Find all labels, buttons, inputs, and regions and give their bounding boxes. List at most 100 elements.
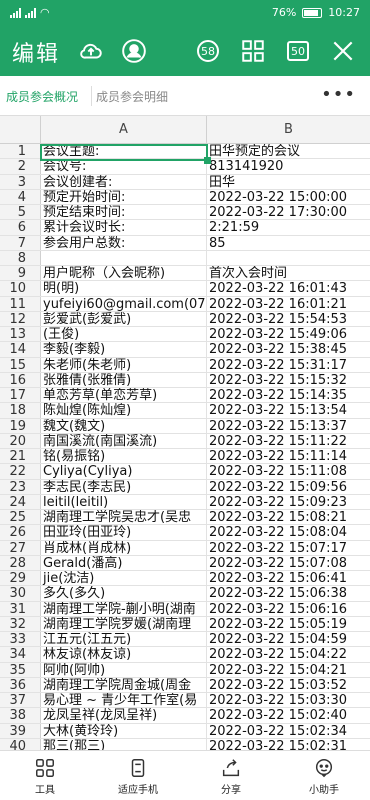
row-number[interactable]: 38 xyxy=(0,708,41,723)
cell-a[interactable]: 魏文(魏文) xyxy=(41,418,207,433)
cell-a[interactable]: 会议创建者: xyxy=(41,174,207,189)
cell-b[interactable]: 2022-03-22 15:07:08 xyxy=(207,556,370,570)
row-number[interactable]: 6 xyxy=(0,220,41,235)
row-number[interactable]: 23 xyxy=(0,479,41,495)
row-number[interactable]: 2 xyxy=(0,159,41,174)
edit-title[interactable]: 编辑 xyxy=(12,36,60,68)
cell-a[interactable]: 湖南理工学院吴忠才(吴忠 xyxy=(41,510,207,525)
row-number[interactable]: 5 xyxy=(0,205,41,220)
cell-b[interactable]: 2022-03-22 15:00:00 xyxy=(207,190,370,204)
cell-b[interactable]: 2022-03-22 15:14:35 xyxy=(207,388,370,402)
cell-a[interactable]: jie(沈洁) xyxy=(41,571,207,586)
row-number[interactable]: 21 xyxy=(0,449,41,464)
cell-b[interactable]: 2022-03-22 15:09:56 xyxy=(207,480,370,494)
cell-b[interactable]: 2022-03-22 15:11:08 xyxy=(207,464,370,478)
assistant-button[interactable]: 小助手 xyxy=(284,757,364,796)
cell-a[interactable]: 湖南理工学院罗媛(湖南理 xyxy=(41,616,207,631)
cell-b[interactable]: 2022-03-22 15:11:14 xyxy=(207,449,370,463)
row-number[interactable]: 18 xyxy=(0,403,41,418)
row-number[interactable]: 16 xyxy=(0,372,41,388)
cell-b[interactable]: 2022-03-22 16:01:21 xyxy=(207,297,370,311)
row-number[interactable]: 30 xyxy=(0,586,41,601)
cell-a[interactable]: 预定开始时间: xyxy=(41,189,207,204)
cell-a[interactable]: 易心理 ~ 青少年工作室(易 xyxy=(41,693,207,708)
row-number[interactable]: 37 xyxy=(0,693,41,708)
cell-a[interactable]: 彭爱武(彭爱武) xyxy=(41,311,207,326)
row-number[interactable]: 9 xyxy=(0,266,41,281)
spreadsheet-grid[interactable]: A B 1 会议主题: 田华预定的会议 2 会议号: 813141920 3 会议创建者: 田华… xyxy=(0,116,370,750)
row-number[interactable]: 7 xyxy=(0,235,41,251)
cell-b[interactable]: 2022-03-22 15:13:37 xyxy=(207,419,370,433)
cell-a[interactable]: 田亚玲(田亚玲) xyxy=(41,525,207,540)
tab-member-overview[interactable]: 成员参会概况 xyxy=(6,88,78,105)
cell-b[interactable]: 2022-03-22 15:04:22 xyxy=(207,647,370,661)
cell-b[interactable]: 2022-03-22 15:02:40 xyxy=(207,708,370,722)
row-number[interactable]: 31 xyxy=(0,601,41,617)
cell-b[interactable]: 2022-03-22 16:01:43 xyxy=(207,281,370,295)
cell-a[interactable]: 参会用户总数: xyxy=(41,235,207,250)
row-number[interactable]: 13 xyxy=(0,327,41,342)
row-number[interactable]: 36 xyxy=(0,677,41,693)
row-number[interactable]: 1 xyxy=(0,144,41,159)
cell-b[interactable]: 2022-03-22 15:38:45 xyxy=(207,342,370,356)
cell-a[interactable]: 湖南理工学院-蒯小明(湖南 xyxy=(41,601,207,616)
row-number[interactable]: 10 xyxy=(0,281,41,296)
cell-b[interactable]: 2022-03-22 15:04:59 xyxy=(207,632,370,646)
row-number[interactable]: 32 xyxy=(0,616,41,632)
grid-view-icon[interactable] xyxy=(240,38,266,64)
cell-b[interactable]: 2022-03-22 15:02:31 xyxy=(207,739,370,750)
cell-b[interactable]: 2:21:59 xyxy=(207,220,370,234)
cell-b[interactable]: 2022-03-22 15:08:04 xyxy=(207,525,370,539)
cell-b[interactable]: 2022-03-22 15:13:54 xyxy=(207,403,370,417)
cell-a[interactable]: (王俊) xyxy=(41,327,207,342)
cell-a[interactable]: 预定结束时间: xyxy=(41,205,207,220)
select-all-corner[interactable] xyxy=(0,116,41,144)
cell-a[interactable]: yufeiyi60@gmail.com(07c xyxy=(41,296,207,311)
row-number[interactable]: 19 xyxy=(0,418,41,434)
row-number[interactable]: 4 xyxy=(0,189,41,205)
row-number[interactable]: 33 xyxy=(0,632,41,647)
cell-a[interactable]: leitil(leitil) xyxy=(41,494,207,509)
cell-a[interactable]: 李毅(李毅) xyxy=(41,342,207,357)
more-options-icon[interactable]: ••• xyxy=(321,84,356,105)
row-number[interactable]: 22 xyxy=(0,464,41,479)
cell-a[interactable]: Cyliya(Cyliya) xyxy=(41,464,207,479)
tools-button[interactable]: 工具 xyxy=(5,757,85,796)
row-number[interactable]: 15 xyxy=(0,357,41,373)
row-number[interactable]: 24 xyxy=(0,494,41,510)
cell-b[interactable]: 2022-03-22 15:03:52 xyxy=(207,678,370,692)
cell-b[interactable]: 首次入会时间 xyxy=(207,266,370,280)
cell-b[interactable]: 2022-03-22 15:31:17 xyxy=(207,358,370,372)
column-header-b[interactable]: B xyxy=(207,116,370,144)
column-header-a[interactable]: A xyxy=(41,116,207,144)
cell-a[interactable]: 明(明) xyxy=(41,281,207,296)
cell-a[interactable]: Gerald(潘高) xyxy=(41,555,207,570)
cell-a[interactable] xyxy=(41,250,207,265)
cell-a[interactable]: 累计会议时长: xyxy=(41,220,207,235)
fit-phone-button[interactable]: 适应手机 xyxy=(98,757,178,796)
cell-b[interactable]: 2022-03-22 15:49:06 xyxy=(207,327,370,341)
share-button[interactable]: 分享 xyxy=(191,757,271,796)
cell-b[interactable]: 2022-03-22 15:11:22 xyxy=(207,434,370,448)
cell-b[interactable]: 2022-03-22 15:04:21 xyxy=(207,663,370,677)
cell-a[interactable]: 李志民(李志民) xyxy=(41,479,207,494)
row-number[interactable]: 27 xyxy=(0,540,41,556)
row-number[interactable]: 14 xyxy=(0,342,41,357)
tab-member-details[interactable]: 成员参会明细 xyxy=(96,88,168,105)
row-number[interactable]: 29 xyxy=(0,571,41,586)
row-number[interactable]: 8 xyxy=(0,250,41,266)
row-number[interactable]: 17 xyxy=(0,388,41,403)
cell-a[interactable]: 朱老师(朱老师) xyxy=(41,357,207,372)
cell-a[interactable]: 南国溪流(南国溪流) xyxy=(41,433,207,448)
cell-a[interactable]: 用户昵称（入会昵称) xyxy=(41,266,207,281)
account-icon[interactable] xyxy=(121,38,147,64)
row-number[interactable]: 20 xyxy=(0,433,41,449)
cell-b[interactable]: 2022-03-22 15:06:41 xyxy=(207,571,370,585)
cell-b[interactable]: 2022-03-22 15:54:53 xyxy=(207,312,370,326)
cell-a[interactable]: 林友谅(林友谅) xyxy=(41,647,207,662)
cell-b[interactable]: 813141920 xyxy=(207,159,370,173)
cell-b[interactable]: 2022-03-22 15:05:19 xyxy=(207,617,370,631)
cell-b[interactable]: 2022-03-22 15:03:30 xyxy=(207,693,370,707)
cell-a[interactable]: 阿帅(阿帅) xyxy=(41,662,207,677)
close-icon[interactable] xyxy=(330,38,356,64)
